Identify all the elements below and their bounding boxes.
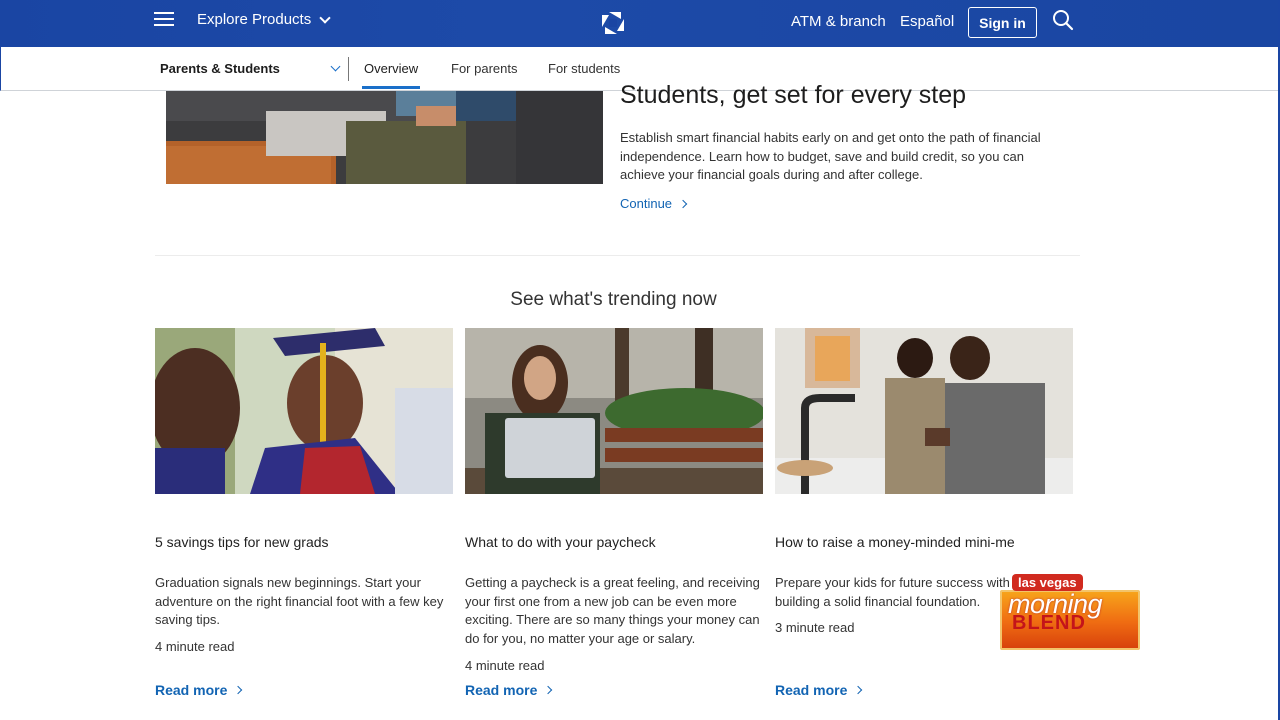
section-divider xyxy=(155,255,1080,256)
tab-for-parents[interactable]: For parents xyxy=(451,61,517,76)
card-read-time: 4 minute read xyxy=(465,658,545,673)
section-selector[interactable]: Parents & Students xyxy=(160,61,280,76)
hamburger-menu-icon[interactable] xyxy=(152,9,176,31)
card-description: Getting a paycheck is a great feeling, a… xyxy=(465,575,760,647)
card-title[interactable]: 5 savings tips for new grads xyxy=(155,534,329,550)
father-son-image[interactable] xyxy=(775,328,1073,494)
chevron-right-icon xyxy=(234,685,243,695)
language-link[interactable]: Español xyxy=(900,13,954,30)
divider xyxy=(348,57,349,81)
card-read-time: 4 minute read xyxy=(155,639,235,654)
card-read-time: 3 minute read xyxy=(775,620,855,635)
hero-image xyxy=(166,91,603,184)
continue-label: Continue xyxy=(620,196,673,211)
chevron-right-icon xyxy=(678,199,688,208)
chase-logo[interactable] xyxy=(601,11,625,35)
chevron-down-icon[interactable] xyxy=(330,61,341,72)
search-icon[interactable] xyxy=(1052,9,1074,31)
tab-for-students[interactable]: For students xyxy=(548,61,620,76)
read-more-label: Read more xyxy=(465,682,538,698)
article-card: 5 savings tips for new grads Graduation … xyxy=(155,328,453,720)
article-card: How to raise a money-minded mini-me Prep… xyxy=(775,328,1073,720)
chevron-down-icon xyxy=(319,11,331,24)
tab-overview[interactable]: Overview xyxy=(361,61,421,89)
top-header: Explore Products ATM & branch Español Si… xyxy=(0,0,1280,47)
hero-title: Students, get set for every step xyxy=(620,81,967,109)
article-card: What to do with your paycheck Getting a … xyxy=(465,328,763,720)
read-more-link[interactable]: Read more xyxy=(155,682,243,698)
read-more-label: Read more xyxy=(775,682,848,698)
chevron-right-icon xyxy=(544,685,553,695)
read-more-link[interactable]: Read more xyxy=(465,682,553,698)
hero-description: Establish smart financial habits early o… xyxy=(620,130,1041,182)
chevron-right-icon xyxy=(854,685,863,695)
read-more-link[interactable]: Read more xyxy=(775,682,863,698)
explore-products-label: Explore Products xyxy=(197,11,312,28)
sign-in-button[interactable]: Sign in xyxy=(968,7,1037,38)
explore-products-dropdown[interactable]: Explore Products xyxy=(197,11,331,28)
atm-branch-link[interactable]: ATM & branch xyxy=(791,13,886,30)
continue-link[interactable]: Continue xyxy=(620,196,688,211)
card-title[interactable]: What to do with your paycheck xyxy=(465,534,656,550)
graduates-image[interactable] xyxy=(155,328,453,494)
logo-line2: BLEND xyxy=(1012,612,1086,634)
laptop-woman-image[interactable] xyxy=(465,328,763,494)
card-title[interactable]: How to raise a money-minded mini-me xyxy=(775,534,1015,550)
trending-heading: See what's trending now xyxy=(510,289,717,310)
tv-station-logo: las vegas morning BLEND xyxy=(998,572,1142,652)
read-more-label: Read more xyxy=(155,682,228,698)
card-description: Graduation signals new beginnings. Start… xyxy=(155,575,444,628)
